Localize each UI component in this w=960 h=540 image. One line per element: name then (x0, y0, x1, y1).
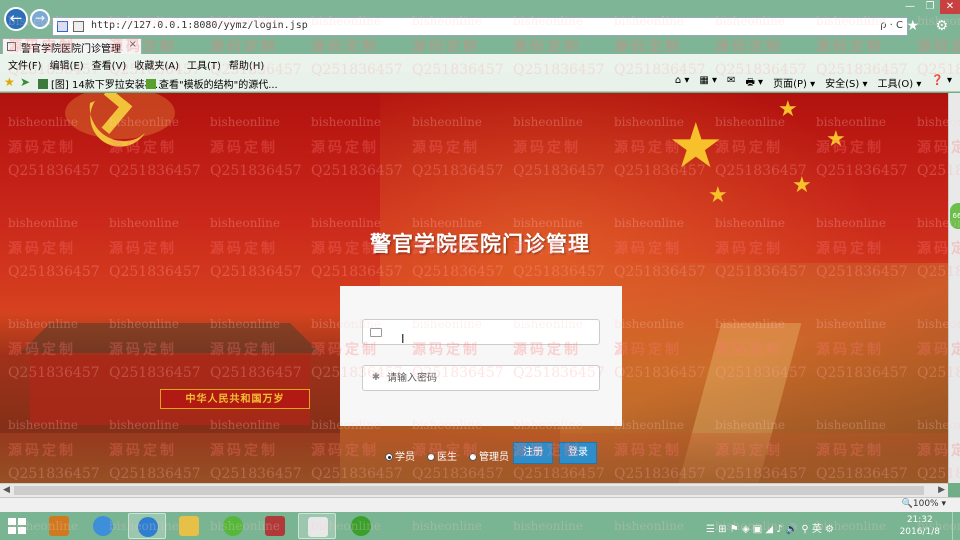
side-badge[interactable]: 66 (950, 203, 960, 229)
tools-menu[interactable]: 工具(O) ▾ (877, 75, 921, 92)
green-app-icon (223, 516, 243, 536)
tab-login[interactable]: 警官学院医院门诊管理 × (2, 38, 142, 54)
feeds-icon[interactable]: ▦ ▾ (699, 75, 717, 92)
page-icon (73, 21, 84, 32)
vertical-scrollbar[interactable]: 66 (948, 93, 960, 483)
big-star-icon: ★ (668, 109, 724, 182)
back-arrow-icon[interactable]: ← (4, 7, 28, 31)
taskbar: ☰ ⊞ ⚑ ◈ ▣ ◢ ♪ 🔊 ⚲ 英 ⚙ 21:32 2016/1/8 (0, 512, 960, 540)
favorite-icon (38, 79, 48, 89)
browser-title-bar: ← → http://127.0.0.1:8080/yymz/login.jsp… (0, 0, 960, 38)
favorites-star-icon[interactable]: ★ (4, 75, 15, 89)
home-menu-icon[interactable]: ⌂ ▾ (675, 75, 690, 92)
tab-row: 警官学院医院门诊管理 × (0, 38, 960, 54)
menu-view[interactable]: 查看(V) (90, 54, 133, 72)
restore-icon[interactable]: ❐ (920, 0, 940, 14)
add-favorite-icon[interactable]: ➤ (20, 75, 30, 89)
taskbar-app-explorer[interactable] (170, 513, 208, 539)
archive-icon (265, 516, 285, 536)
login-page: 中华人民共和国万岁 ★ ★ ★ ★ ★ 警官学院医院门诊管理 I ✱ 学员 医生… (0, 93, 948, 483)
role-radio-student[interactable]: 学员 (385, 448, 415, 463)
address-bar[interactable]: http://127.0.0.1:8080/yymz/login.jsp ρ ·… (52, 17, 908, 36)
scroll-thumb[interactable] (14, 486, 924, 495)
radio-dot[interactable] (385, 453, 393, 461)
radio-dot[interactable] (469, 453, 477, 461)
command-bar: ⌂ ▾ ▦ ▾ ✉ 🖶 ▾ 页面(P) ▾ 安全(S) ▾ 工具(O) ▾ ❓ … (675, 75, 952, 92)
radio-dot[interactable] (427, 453, 435, 461)
taskbar-app-ie[interactable] (128, 513, 166, 539)
menu-bar: 文件(F) 编辑(E) 查看(V) 收藏夹(A) 工具(T) 帮助(H) (0, 54, 960, 72)
ie-icon (138, 517, 158, 537)
minimize-icon[interactable]: — (900, 0, 920, 14)
taskbar-app-green[interactable] (214, 513, 252, 539)
menu-help[interactable]: 帮助(H) (227, 54, 270, 72)
forward-arrow-icon[interactable]: → (30, 9, 50, 29)
username-input[interactable] (387, 324, 592, 340)
print-icon[interactable]: 🖶 ▾ (745, 75, 763, 92)
page-title: 警官学院医院门诊管理 (370, 231, 590, 256)
tab-title: 警官学院医院门诊管理 (21, 44, 121, 54)
menu-favorites[interactable]: 收藏夹(A) (132, 54, 185, 72)
role-radio-admin[interactable]: 管理员 (469, 448, 509, 463)
status-bar: 🔍100% ▾ (0, 497, 960, 512)
horizontal-scrollbar[interactable]: ◀ ▶ (0, 483, 948, 497)
taskbar-app-globe[interactable] (84, 513, 122, 539)
wechat-icon (351, 516, 371, 536)
window-controls: — ❐ ✕ (900, 0, 960, 14)
mail-icon[interactable]: ✉ (727, 75, 735, 92)
page-menu[interactable]: 页面(P) ▾ (773, 75, 815, 92)
clock-time: 21:32 (906, 515, 933, 525)
envelope-icon (370, 328, 382, 337)
book-icon (49, 516, 69, 536)
scroll-right-icon[interactable]: ▶ (938, 484, 945, 497)
menu-file[interactable]: 文件(F) (6, 54, 48, 72)
zoom-level[interactable]: 🔍100% ▾ (902, 499, 946, 509)
taskbar-app-book[interactable] (40, 513, 78, 539)
tiananmen-roof (20, 323, 320, 353)
windows-start-icon[interactable] (8, 518, 26, 534)
system-tray[interactable]: ☰ ⊞ ⚑ ◈ ▣ ◢ ♪ 🔊 ⚲ 英 ⚙ (706, 520, 834, 535)
url-text[interactable]: http://127.0.0.1:8080/yymz/login.jsp (91, 20, 308, 31)
globe-icon (93, 516, 113, 536)
home-favorites-settings-icons[interactable]: ⌂ ★ ⚙ (881, 18, 954, 34)
show-desktop-button[interactable] (952, 512, 960, 540)
small-star-icon: ★ (792, 173, 812, 198)
clock[interactable]: 21:32 2016/1/8 (900, 514, 940, 538)
menu-edit[interactable]: 编辑(E) (48, 54, 90, 72)
java-icon (308, 517, 328, 537)
role-radio-doctor[interactable]: 医生 (427, 448, 457, 463)
folder-icon (179, 516, 199, 536)
clock-date: 2016/1/8 (899, 527, 940, 537)
taskbar-app-java[interactable] (298, 513, 336, 539)
small-star-icon: ★ (826, 127, 846, 152)
username-field[interactable] (362, 319, 600, 345)
asterisk-icon: ✱ (371, 372, 381, 383)
password-input[interactable] (387, 370, 592, 386)
taskbar-app-archive[interactable] (256, 513, 294, 539)
help-icon[interactable]: ❓ ▾ (931, 75, 952, 92)
tiananmen-banner: 中华人民共和国万岁 (160, 389, 310, 409)
page-icon (7, 42, 16, 51)
close-icon[interactable]: ✕ (940, 0, 960, 14)
close-tab-icon[interactable]: × (129, 39, 137, 50)
favorite-icon (146, 79, 156, 89)
login-button[interactable]: 登录 (559, 442, 597, 464)
scroll-left-icon[interactable]: ◀ (3, 484, 10, 497)
text-cursor-icon: I (401, 332, 405, 346)
small-star-icon: ★ (708, 183, 728, 208)
small-star-icon: ★ (778, 97, 798, 122)
favorites-bar: ★ ➤ [图] 14款下罗拉安装板... 查看"模板的结构"的源代... ⌂ ▾… (0, 72, 960, 92)
register-button[interactable]: 注册 (513, 442, 553, 464)
taskbar-app-wechat[interactable] (342, 513, 380, 539)
password-field[interactable]: ✱ (362, 365, 600, 391)
safety-menu[interactable]: 安全(S) ▾ (825, 75, 867, 92)
hammer-sickle-icon (65, 93, 175, 147)
favorite-item[interactable]: 查看"模板的结构"的源代... (146, 76, 278, 91)
role-selector: 学员 医生 管理员 注册 登录 (340, 436, 622, 464)
menu-tools[interactable]: 工具(T) (185, 54, 227, 72)
login-form: I ✱ (340, 286, 622, 426)
compatibility-icon[interactable] (57, 21, 68, 32)
